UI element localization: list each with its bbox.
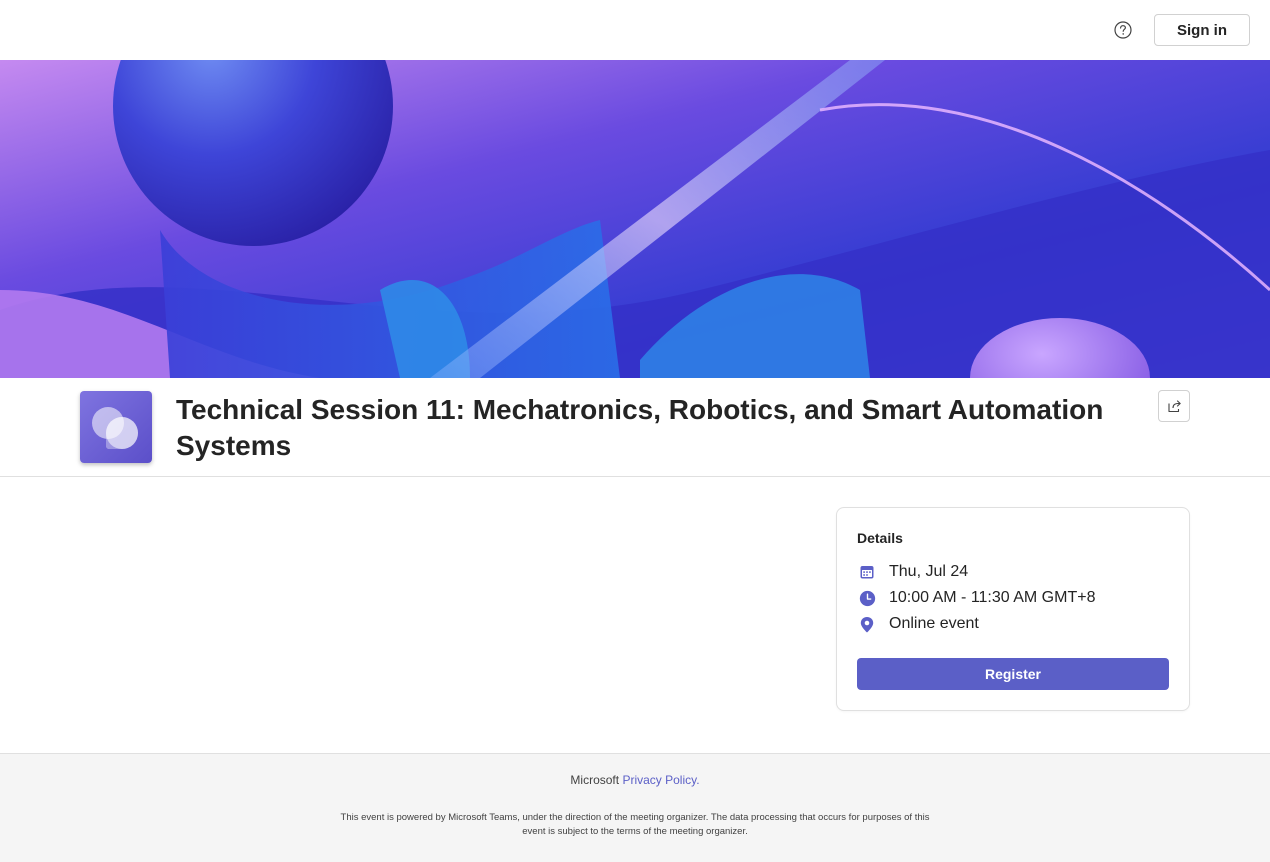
event-time: 10:00 AM - 11:30 AM GMT+8 [889, 589, 1096, 606]
privacy-policy-link[interactable]: Privacy Policy. [622, 773, 699, 787]
top-bar: Sign in [0, 0, 1270, 60]
event-banner-image [0, 60, 1270, 378]
footer-privacy-line: Microsoft Privacy Policy. [0, 773, 1270, 787]
share-icon [1168, 400, 1181, 413]
help-button[interactable] [1112, 19, 1134, 41]
footer: Microsoft Privacy Policy. This event is … [0, 753, 1270, 862]
details-card: Details Thu, Jul 24 10:00 AM - 11:30 AM … [836, 507, 1190, 711]
clock-icon [857, 588, 877, 608]
footer-disclaimer: This event is powered by Microsoft Teams… [340, 812, 930, 837]
share-button[interactable] [1158, 390, 1190, 422]
event-header: Technical Session 11: Mechatronics, Robo… [0, 378, 1270, 477]
calendar-icon [857, 562, 877, 582]
teams-events-logo [80, 391, 152, 463]
register-button[interactable]: Register [857, 658, 1169, 690]
sign-in-button[interactable]: Sign in [1154, 14, 1250, 46]
event-location: Online event [889, 615, 979, 632]
question-circle-icon [1114, 21, 1132, 39]
event-date: Thu, Jul 24 [889, 563, 969, 580]
detail-location-row: Online event [857, 613, 979, 635]
details-heading: Details [857, 530, 903, 546]
location-pin-icon [857, 614, 877, 634]
footer-brand: Microsoft [570, 773, 620, 787]
event-title: Technical Session 11: Mechatronics, Robo… [176, 394, 1104, 461]
detail-date-row: Thu, Jul 24 [857, 561, 968, 583]
detail-time-row: 10:00 AM - 11:30 AM GMT+8 [857, 587, 1095, 609]
